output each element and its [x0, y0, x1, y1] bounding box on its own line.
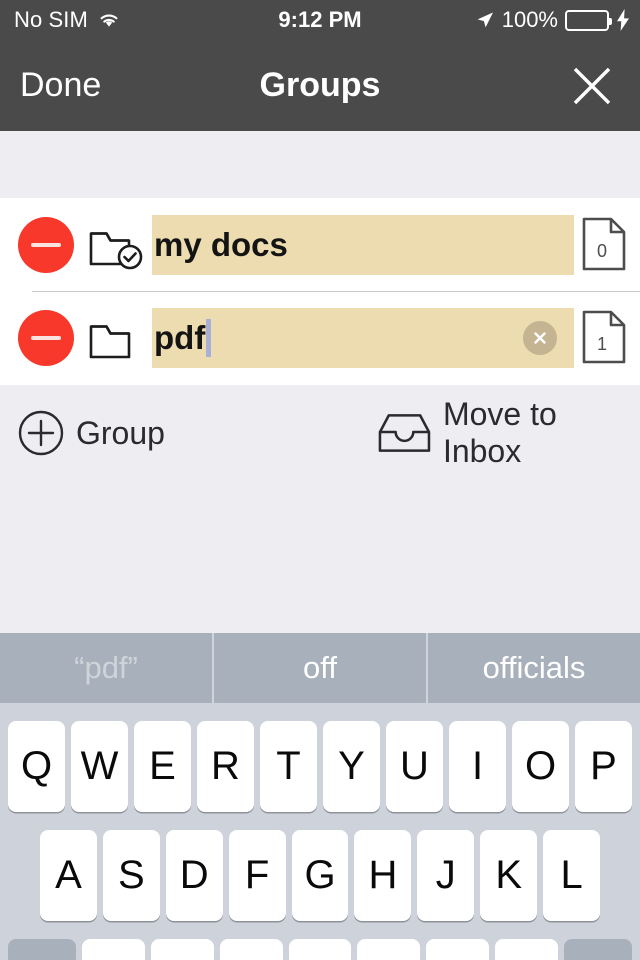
content-top-spacer [0, 131, 640, 198]
screen: No SIM 9:12 PM 100% Done Groups my docs … [0, 0, 640, 960]
lightning-bolt-icon [617, 9, 629, 31]
key-b[interactable]: B [357, 939, 421, 960]
key-l[interactable]: L [543, 830, 601, 921]
table-row[interactable]: my docs 0 [0, 198, 640, 291]
key-o[interactable]: O [512, 721, 569, 812]
battery-full-icon [565, 9, 612, 31]
add-group-button[interactable]: Group [18, 403, 165, 463]
inbox-tray-icon [378, 414, 431, 452]
close-button[interactable] [562, 40, 622, 131]
key-m[interactable]: M [495, 939, 559, 960]
suggestion-1[interactable]: off [212, 633, 426, 703]
folder-icon [89, 324, 131, 358]
key-r[interactable]: R [197, 721, 254, 812]
table-row[interactable]: pdf 1 [0, 291, 640, 384]
document-icon: 1 [582, 310, 630, 366]
key-v[interactable]: V [288, 939, 352, 960]
key-c[interactable]: C [219, 939, 283, 960]
status-bar: No SIM 9:12 PM 100% [0, 0, 640, 40]
action-toolbar: Group Move to Inbox [0, 385, 640, 633]
key-y[interactable]: Y [323, 721, 380, 812]
status-bar-right: 100% [475, 0, 630, 40]
add-group-label: Group [76, 414, 165, 451]
nav-bar: Done Groups [0, 40, 640, 131]
move-to-inbox-button[interactable]: Move to Inbox [378, 396, 640, 469]
clear-field-icon[interactable] [523, 320, 557, 355]
group-name-field-editing[interactable]: pdf [152, 307, 574, 368]
key-s[interactable]: S [102, 830, 160, 921]
location-arrow-icon [477, 12, 493, 28]
key-u[interactable]: U [386, 721, 443, 812]
key-t[interactable]: T [260, 721, 317, 812]
key-p[interactable]: P [575, 721, 632, 812]
key-w[interactable]: W [71, 721, 128, 812]
group-name-value: my docs [154, 225, 288, 263]
keyboard-row-2: A S D F G H J K L [0, 830, 640, 921]
document-icon: 0 [582, 217, 630, 273]
suggestion-0[interactable]: “pdf” [0, 633, 212, 703]
document-count: 0 [596, 240, 607, 261]
group-list: my docs 0 pdf 1 [0, 198, 640, 385]
key-e[interactable]: E [134, 721, 191, 812]
plus-circle-icon [18, 410, 64, 456]
folder-check-icon [89, 231, 143, 269]
key-d[interactable]: D [165, 830, 223, 921]
key-i[interactable]: I [449, 721, 506, 812]
document-count: 1 [596, 333, 607, 354]
key-a[interactable]: A [40, 830, 97, 921]
delete-key[interactable] [564, 939, 633, 960]
autocorrect-suggestion-bar: “pdf” off officials [0, 633, 640, 703]
key-j[interactable]: J [417, 830, 475, 921]
key-x[interactable]: X [150, 939, 214, 960]
key-n[interactable]: N [426, 939, 490, 960]
group-name-value: pdf [154, 318, 206, 356]
key-g[interactable]: G [291, 830, 349, 921]
on-screen-keyboard: Q W E R T Y U I O P A S D F G H J K L Z … [0, 703, 640, 960]
key-z[interactable]: Z [82, 939, 145, 960]
page-title: Groups [259, 66, 381, 104]
keyboard-row-3: Z X C V B N M [0, 939, 640, 960]
minus-circle-icon[interactable] [18, 309, 74, 366]
battery-percent-label: 100% [501, 7, 558, 32]
shift-key[interactable] [8, 939, 76, 960]
group-name-field[interactable]: my docs [152, 214, 574, 275]
clock-label: 9:12 PM [278, 7, 362, 32]
key-f[interactable]: F [228, 830, 286, 921]
key-h[interactable]: H [354, 830, 412, 921]
move-to-inbox-label: Move to Inbox [442, 396, 557, 469]
text-cursor [206, 318, 212, 357]
key-k[interactable]: K [480, 830, 538, 921]
close-x-icon [573, 67, 611, 104]
keyboard-row-1: Q W E R T Y U I O P [0, 721, 640, 812]
key-q[interactable]: Q [8, 721, 65, 812]
suggestion-2[interactable]: officials [426, 633, 640, 703]
minus-circle-icon[interactable] [18, 216, 74, 273]
